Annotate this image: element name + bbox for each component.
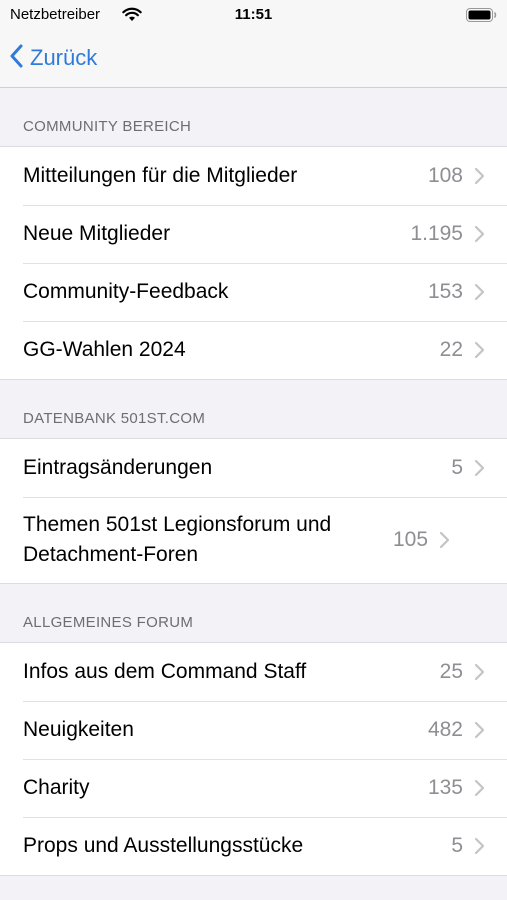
chevron-left-icon [10,44,24,73]
battery-icon [466,8,497,27]
section-group: Eintragsänderungen 5 Themen 501st Legion… [0,438,507,584]
item-count: 25 [439,660,463,683]
chevron-right-icon [473,779,485,797]
item-count: 482 [427,718,463,741]
chevron-right-icon [438,531,450,549]
chevron-right-icon [473,225,485,243]
section-header: ALLGEMEINES FORUM [23,614,194,631]
chevron-right-icon [473,167,485,185]
item-label: Themen 501st Legionsforum und Detachment… [23,513,332,566]
item-count: 135 [427,776,463,799]
item-label: Infos aus dem Command Staff [23,660,307,683]
status-bar: Netzbetreiber 11:51 [0,0,507,30]
list-item[interactable]: GG-Wahlen 2024 22 [0,321,507,379]
clock: 11:51 [234,6,273,23]
item-label: Community-Feedback [23,280,229,303]
item-count: 153 [427,280,463,303]
chevron-right-icon [473,283,485,301]
chevron-right-icon [473,341,485,359]
item-count: 5 [451,456,463,479]
section-group: Mitteilungen für die Mitglieder 108 Neue… [0,146,507,380]
item-label: GG-Wahlen 2024 [23,338,186,361]
chevron-right-icon [473,721,485,739]
back-label: Zurück [30,45,98,70]
item-label: Mitteilungen für die Mitglieder [23,164,298,187]
list-item[interactable]: Eintragsänderungen 5 [0,439,507,497]
item-label: Charity [23,776,90,799]
item-label: Neuigkeiten [23,718,134,741]
list-item[interactable]: Themen 501st Legionsforum und Detachment… [0,497,507,583]
section-header: COMMUNITY BEREICH [23,118,192,135]
list-item[interactable]: Mitteilungen für die Mitglieder 108 [0,147,507,205]
item-label: Props und Ausstellungsstücke [23,834,304,857]
chevron-right-icon [473,459,485,477]
item-count: 108 [427,164,463,187]
chevron-right-icon [473,837,485,855]
list-item[interactable]: Neuigkeiten 482 [0,701,507,759]
item-count: 1.195 [410,222,463,245]
list-item[interactable]: Infos aus dem Command Staff 25 [0,643,507,701]
forum-list[interactable]: COMMUNITY BEREICH Mitteilungen für die M… [0,88,507,876]
section-header: DATENBANK 501ST.COM [23,410,206,427]
list-item[interactable]: Charity 135 [0,759,507,817]
chevron-right-icon [473,663,485,681]
navigation-bar: Zurück [0,30,507,88]
back-button[interactable]: Zurück [10,42,97,74]
list-item[interactable]: Community-Feedback 153 [0,263,507,321]
section-group: Infos aus dem Command Staff 25 Neuigkeit… [0,642,507,876]
item-label: Neue Mitglieder [23,222,171,245]
item-count: 5 [451,834,463,857]
list-item[interactable]: Props und Ausstellungsstücke 5 [0,817,507,875]
list-item[interactable]: Neue Mitglieder 1.195 [0,205,507,263]
item-count: 22 [439,338,463,361]
item-count: 105 [393,528,429,551]
item-label: Eintragsänderungen [23,456,213,479]
